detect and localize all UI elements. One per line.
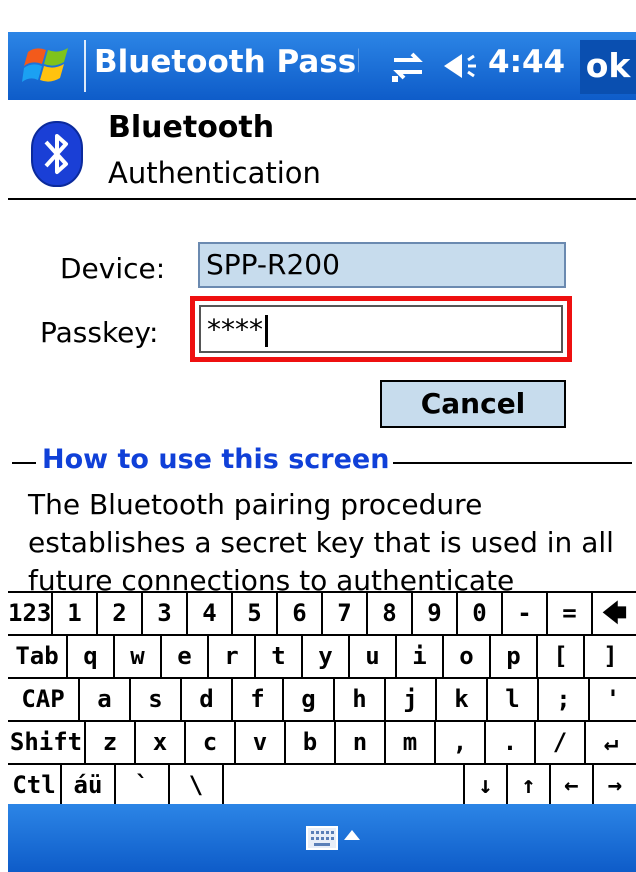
soft-keyboard: 123 1 2 3 4 5 6 7 8 9 0- = 🡄 Tab q w e r t y u i o p[] CAP a s d f… [8, 591, 636, 808]
key[interactable]: t [256, 636, 303, 677]
key[interactable]: 🡄 [593, 593, 636, 634]
key[interactable]: e [162, 636, 209, 677]
key[interactable]: w [115, 636, 162, 677]
keyboard-row-4: Shift z x c v b n m,. / ↵ [8, 722, 636, 765]
key[interactable]: = [548, 593, 593, 634]
keyboard-icon[interactable] [306, 826, 338, 850]
keyboard-row-1: 123 1 2 3 4 5 6 7 8 9 0- = 🡄 [8, 593, 636, 636]
key[interactable]: u [350, 636, 397, 677]
windows-start-icon[interactable] [22, 42, 74, 90]
device-screen: Bluetooth Passl 4:44 ok Bluetooth Authen… [8, 32, 636, 872]
key-space[interactable] [224, 765, 465, 806]
key[interactable]: Tab [8, 636, 68, 677]
key[interactable]: ; [539, 679, 590, 720]
key[interactable]: f [233, 679, 284, 720]
key[interactable]: d [182, 679, 233, 720]
key[interactable]: Shift [8, 722, 86, 763]
key[interactable]: Ctl [8, 765, 62, 806]
device-field: SPP-R200 [198, 242, 566, 288]
key[interactable]: k [437, 679, 488, 720]
key[interactable]: c [186, 722, 236, 763]
connectivity-icon[interactable] [388, 46, 428, 86]
key[interactable]: z [86, 722, 136, 763]
key[interactable]: . [486, 722, 536, 763]
key[interactable]: ' [590, 679, 636, 720]
menu-bar [8, 804, 636, 872]
key[interactable]: 2 [98, 593, 143, 634]
key[interactable]: h [335, 679, 386, 720]
key[interactable]: m [386, 722, 436, 763]
key[interactable]: p [491, 636, 538, 677]
key[interactable]: l [488, 679, 539, 720]
input-panel-arrow-icon[interactable] [344, 830, 360, 840]
window-title: Bluetooth Passl [94, 44, 359, 80]
keyboard-row-5: Ctl áü ` \ ↓ ↑ ← → [8, 765, 636, 808]
title-separator [84, 40, 86, 92]
key[interactable]: 6 [278, 593, 323, 634]
passkey-input[interactable]: **** [199, 305, 563, 353]
key[interactable]: v [236, 722, 286, 763]
title-bar: Bluetooth Passl 4:44 ok [8, 32, 636, 100]
key[interactable]: 3 [143, 593, 188, 634]
key[interactable]: [ [538, 636, 585, 677]
key[interactable]: 1 [53, 593, 98, 634]
key[interactable]: 0 [458, 593, 503, 634]
key[interactable]: áü [62, 765, 116, 806]
key[interactable]: s [131, 679, 182, 720]
key[interactable]: 4 [188, 593, 233, 634]
key[interactable]: r [209, 636, 256, 677]
cancel-button[interactable]: Cancel [380, 380, 566, 428]
key[interactable]: ` [116, 765, 170, 806]
key[interactable]: → [594, 765, 636, 806]
dialog-header: Bluetooth Authentication [8, 100, 636, 200]
key[interactable]: x [136, 722, 186, 763]
key[interactable]: n [336, 722, 386, 763]
device-label: Device: [60, 252, 166, 285]
key[interactable]: ↓ [465, 765, 508, 806]
howto-heading[interactable]: How to use this screen [38, 444, 394, 475]
section-divider-left [12, 462, 36, 464]
volume-icon[interactable] [440, 46, 484, 86]
key[interactable]: j [386, 679, 437, 720]
ok-button[interactable]: ok [580, 40, 636, 94]
key[interactable]: 9 [413, 593, 458, 634]
key[interactable]: , [436, 722, 486, 763]
passkey-value: **** [207, 313, 263, 346]
key[interactable]: a [80, 679, 131, 720]
header-subtitle: Authentication [108, 156, 321, 190]
bluetooth-icon [31, 121, 83, 187]
key[interactable]: ← [551, 765, 594, 806]
key[interactable]: - [503, 593, 548, 634]
passkey-highlight: **** [190, 296, 572, 362]
key[interactable]: 123 [8, 593, 53, 634]
clock[interactable]: 4:44 [488, 44, 565, 80]
key[interactable]: g [284, 679, 335, 720]
key[interactable]: i [397, 636, 444, 677]
keyboard-row-2: Tab q w e r t y u i o p[] [8, 636, 636, 679]
key[interactable]: 5 [233, 593, 278, 634]
howto-text: The Bluetooth pairing procedure establis… [28, 488, 614, 597]
keyboard-row-3: CAP a s d f g h j k l; ' [8, 679, 636, 722]
key[interactable]: ] [585, 636, 636, 677]
key[interactable]: / [536, 722, 586, 763]
key[interactable]: \ [170, 765, 224, 806]
text-cursor [265, 315, 268, 347]
key[interactable]: b [286, 722, 336, 763]
section-divider-right [392, 462, 632, 464]
key[interactable]: q [68, 636, 115, 677]
key[interactable]: y [303, 636, 350, 677]
key[interactable]: CAP [8, 679, 80, 720]
key[interactable]: 7 [323, 593, 368, 634]
key[interactable]: ↵ [586, 722, 636, 763]
key[interactable]: o [444, 636, 491, 677]
passkey-label: Passkey: [40, 316, 159, 349]
key[interactable]: 8 [368, 593, 413, 634]
header-title: Bluetooth [108, 110, 275, 145]
key[interactable]: ↑ [508, 765, 551, 806]
